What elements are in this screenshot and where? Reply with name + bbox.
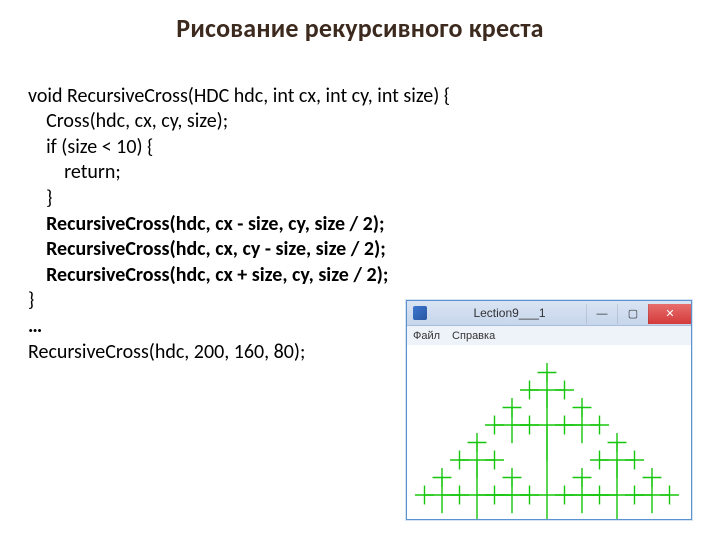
slide: Рисование рекурсивного креста void Recur… (0, 0, 720, 540)
window-title: Lection9___1 (433, 306, 586, 320)
code-line: } (28, 288, 34, 312)
minimize-button[interactable]: — (586, 304, 617, 324)
code-line: return; (28, 160, 121, 184)
drawing-canvas (407, 345, 691, 519)
menu-file[interactable]: Файл (413, 330, 440, 342)
code-line: if (size < 10) { (28, 135, 153, 159)
window-titlebar[interactable]: Lection9___1 — ▢ ✕ (407, 301, 691, 326)
code-line-bold: RecursiveCross(hdc, cx + size, cy, size … (28, 263, 388, 287)
slide-title: Рисование рекурсивного креста (28, 12, 692, 44)
code-line-bold: RecursiveCross(hdc, cx - size, cy, size … (28, 212, 385, 236)
code-line: void RecursiveCross(HDC hdc, int cx, int… (28, 84, 450, 108)
fractal-svg (407, 345, 691, 519)
maximize-button[interactable]: ▢ (617, 304, 648, 324)
code-ellipsis: … (28, 314, 42, 338)
code-line: } (28, 186, 52, 210)
close-button[interactable]: ✕ (648, 304, 691, 324)
code-line: RecursiveCross(hdc, 200, 160, 80); (28, 340, 305, 364)
window-menubar: Файл Справка (407, 326, 691, 347)
window-buttons: — ▢ ✕ (586, 302, 691, 324)
app-window: Lection9___1 — ▢ ✕ Файл Справка (406, 300, 692, 520)
code-line: Cross(hdc, cx, cy, size); (28, 109, 228, 133)
code-line-bold: RecursiveCross(hdc, cx, cy - size, size … (28, 237, 386, 261)
menu-help[interactable]: Справка (452, 330, 495, 342)
app-icon (413, 306, 427, 320)
